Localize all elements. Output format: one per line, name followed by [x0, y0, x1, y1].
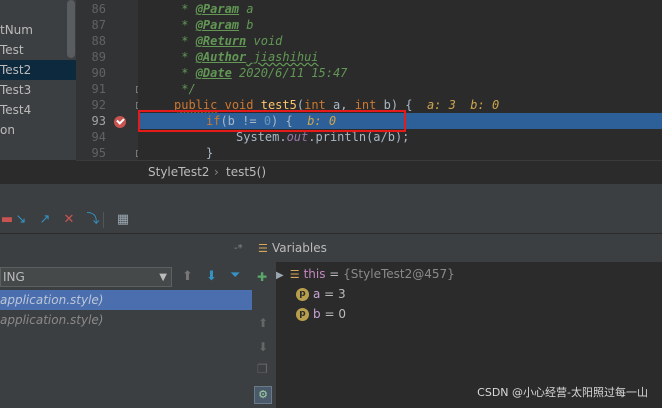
chevron-down-icon: ▼ [159, 272, 167, 283]
frame-row[interactable]: application.style) [0, 310, 252, 330]
code-line: } [206, 146, 214, 160]
project-item[interactable]: tNum [0, 20, 76, 40]
breadcrumb-separator: › [214, 165, 219, 179]
variables-title: Variables [272, 241, 327, 255]
new-watch-icon[interactable]: ✚ [257, 270, 267, 284]
javadoc-tag: @Author [195, 50, 247, 64]
variable-row-a[interactable]: pa = 3 [296, 284, 346, 304]
editor-gutter[interactable]: 86 87 88 89 90 91 92 93 94 95 [76, 0, 143, 160]
line-number: 94 [91, 130, 106, 144]
pin-icon[interactable]: -* [234, 243, 243, 254]
line-number: 86 [91, 2, 106, 16]
project-item[interactable]: Test [0, 40, 76, 60]
breakpoint-icon[interactable] [114, 116, 126, 128]
debug-toolbar: ▬ ↘ ↗ ✕ ⤵ ▦ [0, 208, 662, 234]
code-line: * @Param b [174, 18, 254, 32]
project-item[interactable]: on [0, 120, 76, 140]
line-number: 95 [91, 146, 106, 160]
line-number: 91 [91, 82, 106, 96]
frame-up-icon[interactable]: ⬆ [182, 269, 193, 284]
variables-side-toolbar: ✚ ⬆ ⬇ ❐ ⚙ [252, 262, 276, 408]
restore-layout-icon[interactable]: ⚙ [254, 386, 272, 404]
highlight-annotation-box [138, 110, 406, 132]
line-number: 89 [91, 50, 106, 64]
code-line: * @Param a [174, 2, 254, 16]
code-line: */ [174, 82, 196, 96]
parameter-icon: p [296, 308, 309, 321]
project-panel: tNum Test Test2 Test3 Test4 on [0, 0, 76, 160]
run-to-cursor-icon[interactable]: ⤵ [86, 213, 100, 227]
copy-icon[interactable]: ❐ [257, 362, 268, 376]
watermark: CSDN @小心经营-太阳照过每一山 [477, 386, 648, 399]
line-number: 90 [91, 66, 106, 80]
variable-row-this[interactable]: ▶ ☰ this = {StyleTest2@457} [276, 264, 455, 284]
code-line: * @Date 2020/6/11 15:47 [174, 66, 348, 80]
code-editor[interactable]: * @Param a * @Param b * @Return void * @… [138, 0, 662, 160]
filter-icon[interactable]: ⏷ [230, 268, 240, 283]
toolbar-divider [103, 212, 104, 228]
debug-tool-window-header [0, 184, 662, 209]
parameter-icon: p [296, 288, 309, 301]
project-item[interactable]: Test3 [0, 80, 76, 100]
object-icon: ☰ [289, 268, 300, 281]
javadoc-tag: @Return [195, 34, 247, 48]
javadoc-tag: @Param [195, 2, 240, 16]
breadcrumb-item-class[interactable]: StyleTest2 [148, 165, 209, 179]
project-item[interactable]: Test4 [0, 100, 76, 120]
javadoc-tag: @Param [195, 18, 240, 32]
move-down-icon[interactable]: ⬇ [258, 340, 268, 354]
step-over-icon[interactable]: ▬ [0, 213, 14, 227]
breadcrumb: StyleTest2 › test5() [76, 160, 662, 185]
frame-row-selected[interactable]: application.style) [0, 290, 252, 310]
line-number: 92 [91, 98, 106, 112]
code-line: * @Author jiashihui [174, 50, 319, 64]
project-scrollbar[interactable] [67, 0, 75, 58]
code-line: * @Return void [174, 34, 283, 48]
line-number: 88 [91, 34, 106, 48]
variable-row-b[interactable]: pb = 0 [296, 304, 346, 324]
breadcrumb-item-method[interactable]: test5() [226, 165, 266, 179]
line-number: 87 [91, 18, 106, 32]
frames-header: -* [0, 234, 252, 262]
drop-frame-icon[interactable]: ✕ [62, 213, 76, 227]
move-up-icon[interactable]: ⬆ [258, 316, 268, 330]
line-number: 93 [91, 114, 106, 128]
project-item-selected[interactable]: Test2 [0, 60, 76, 80]
inline-debug-values: a: 3 b: 0 [426, 98, 500, 112]
frame-down-icon[interactable]: ⬇ [206, 269, 217, 284]
thread-select[interactable]: ING ▼ [0, 267, 172, 287]
expand-arrow-icon[interactable]: ▶ [276, 270, 284, 281]
evaluate-expression-icon[interactable]: ▦ [116, 213, 130, 227]
step-out-icon[interactable]: ↗ [38, 213, 52, 227]
javadoc-tag: @Date [195, 66, 232, 80]
variables-header: ☰ Variables [252, 234, 662, 262]
step-into-icon[interactable]: ↘ [14, 213, 28, 227]
variables-icon: ☰ [258, 242, 268, 255]
